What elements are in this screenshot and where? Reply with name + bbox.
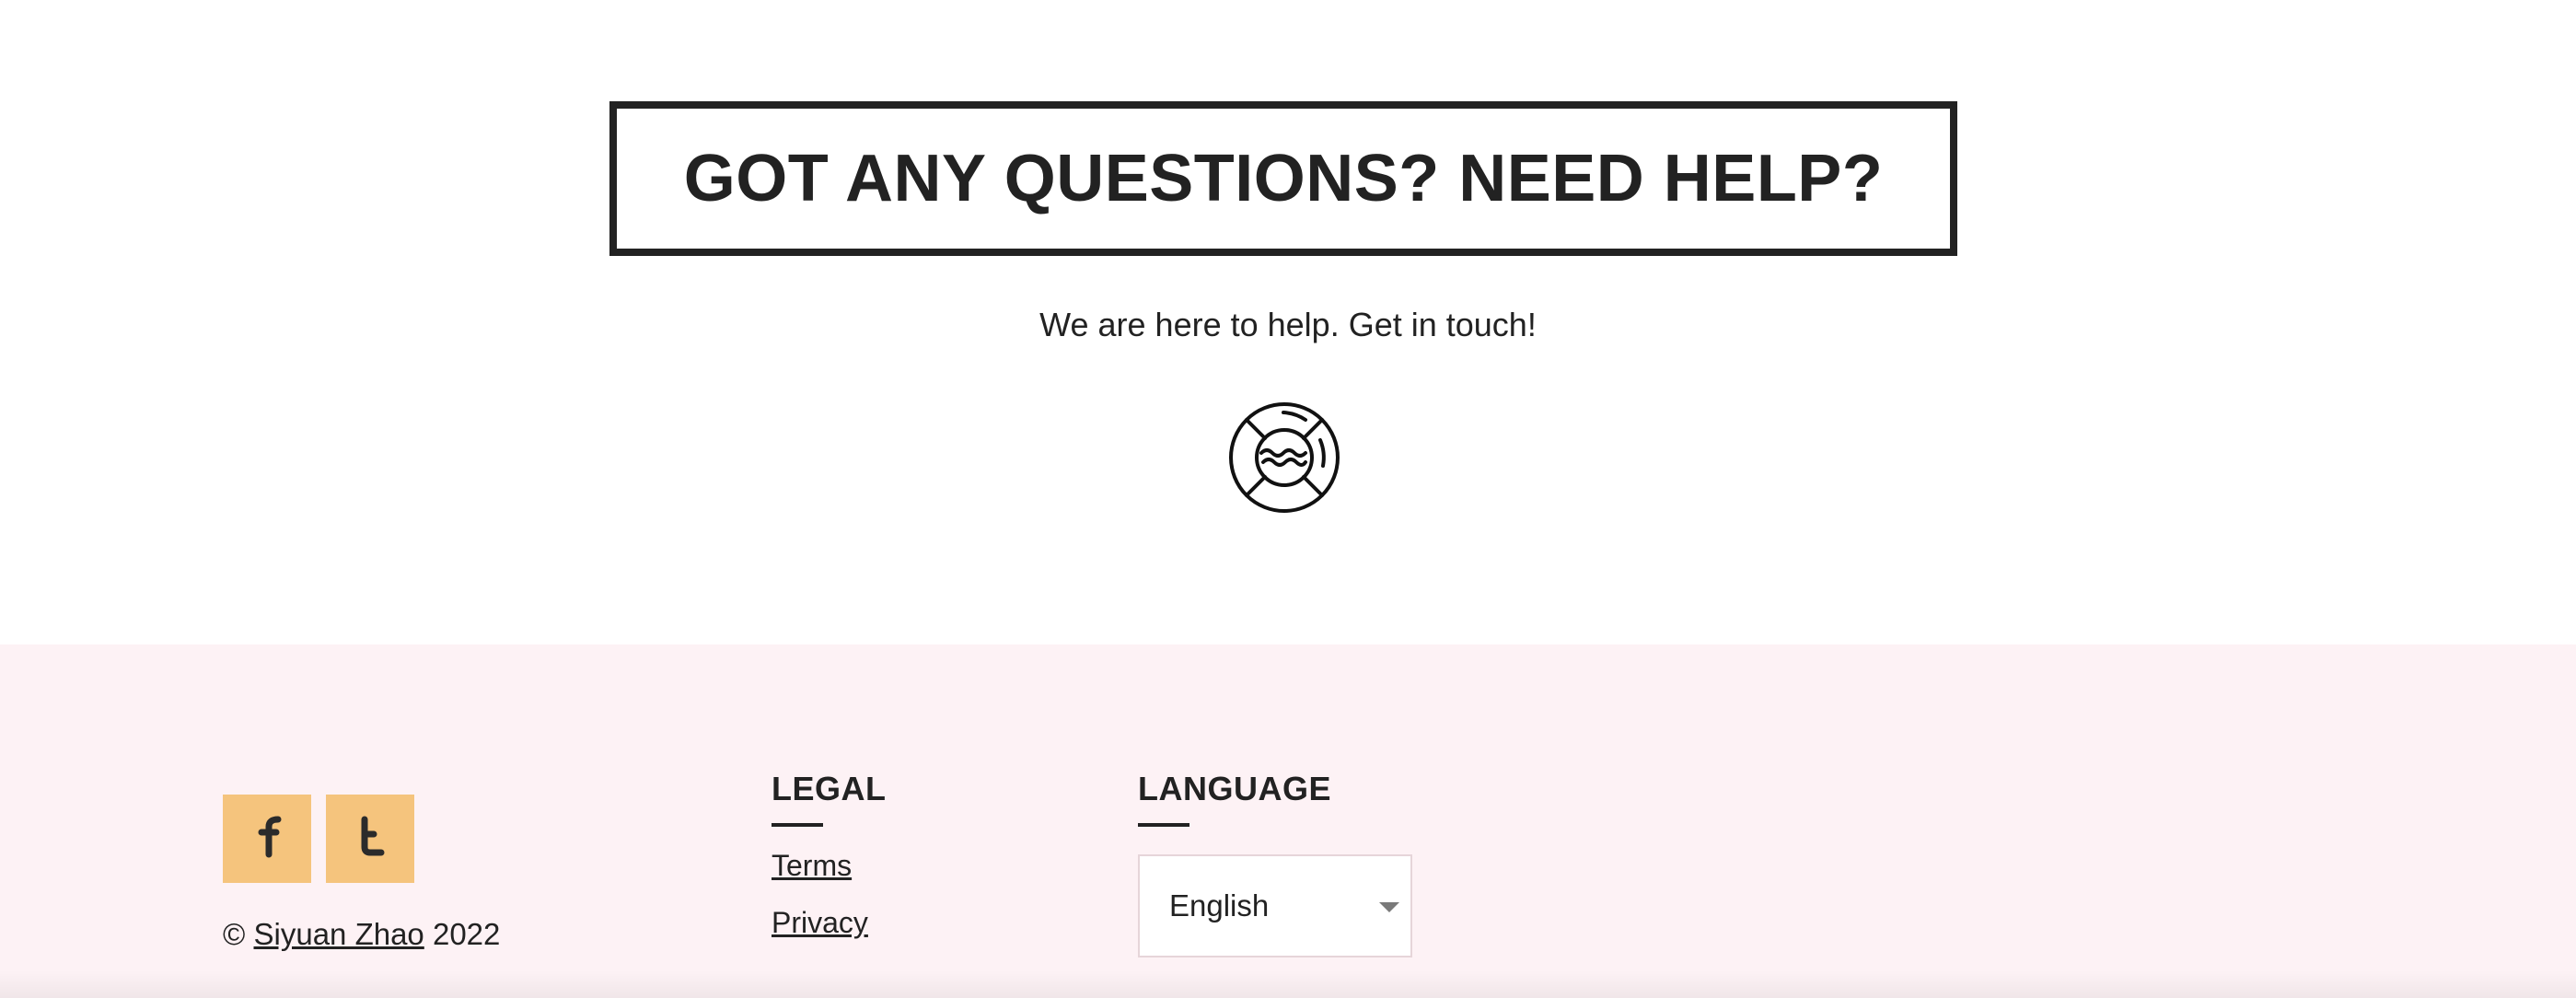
- copyright: © Siyuan Zhao 2022: [223, 917, 500, 952]
- legal-divider: [772, 823, 823, 827]
- footer: © Siyuan Zhao 2022 LEGAL Terms Privacy L…: [0, 644, 2576, 998]
- lifebuoy-icon[interactable]: [1228, 401, 1340, 514]
- tumblr-button[interactable]: [326, 795, 414, 883]
- tumblr-icon: [352, 814, 389, 865]
- help-title: GOT ANY QUESTIONS? NEED HELP?: [683, 142, 1884, 215]
- copyright-symbol: ©: [223, 917, 246, 951]
- language-selected: English: [1169, 888, 1270, 923]
- legal-heading: LEGAL: [772, 770, 887, 807]
- language-select[interactable]: English: [1138, 854, 1412, 957]
- facebook-button[interactable]: [223, 795, 311, 883]
- language-divider: [1138, 823, 1189, 827]
- privacy-link[interactable]: Privacy: [772, 906, 868, 940]
- author-link[interactable]: Siyuan Zhao: [254, 917, 424, 951]
- help-section: GOT ANY QUESTIONS? NEED HELP? We are her…: [0, 0, 2576, 644]
- terms-link[interactable]: Terms: [772, 849, 852, 883]
- help-title-box: GOT ANY QUESTIONS? NEED HELP?: [609, 101, 1957, 256]
- language-heading: LANGUAGE: [1138, 770, 1331, 807]
- facebook-icon: [249, 814, 285, 865]
- help-subtitle: We are here to help. Get in touch!: [1039, 306, 1537, 343]
- footer-shadow: [0, 970, 2576, 998]
- chevron-down-icon: [1379, 902, 1399, 912]
- copyright-year: 2022: [432, 917, 501, 951]
